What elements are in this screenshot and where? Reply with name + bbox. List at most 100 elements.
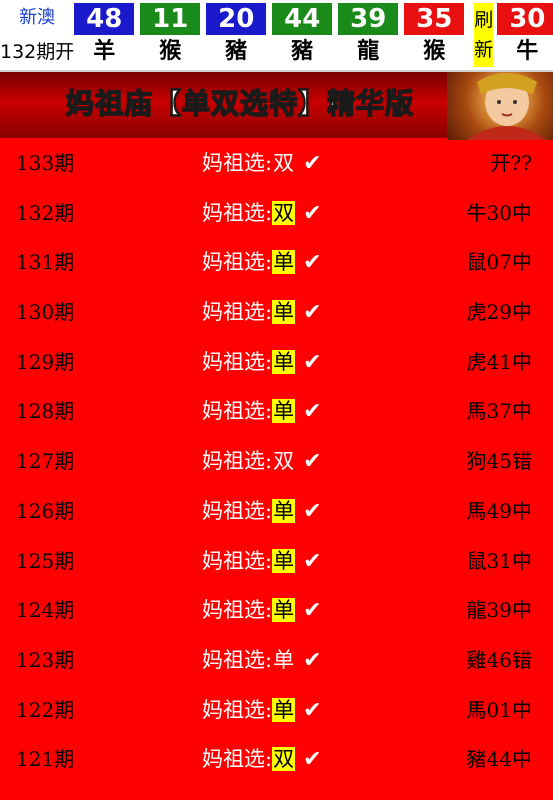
- row-period: 122期: [16, 697, 75, 722]
- ball-number: 35: [404, 3, 465, 35]
- check-icon: ✔: [303, 498, 322, 524]
- check-icon: ✔: [303, 697, 322, 723]
- row-result: 虎41中: [466, 349, 532, 374]
- prediction-list: 133期 妈祖选:双 ✔ 开?? 132期 妈祖选:双 ✔ 牛30中 131期 妈祖选:单 ✔ 鼠07…: [0, 138, 553, 784]
- pick-prefix: 妈祖选:: [202, 250, 273, 275]
- pick-prefix: 妈祖选:: [202, 349, 273, 374]
- row-period: 126期: [16, 498, 75, 523]
- row-result: 开??: [490, 151, 532, 175]
- lottery-result-bar: 新澳 132期开 48 羊 11 猴 20 豬 44 豬 39 龍 35 猴 刷 新 30 牛: [0, 0, 553, 70]
- ball-zodiac: 豬: [291, 39, 314, 64]
- lottery-region-link[interactable]: 新澳: [19, 0, 55, 35]
- row-result: 鼠31中: [466, 548, 532, 573]
- ball-zodiac: 猴: [423, 39, 446, 64]
- pick-prefix: 妈祖选:: [202, 548, 273, 573]
- refresh-label-top: 刷: [474, 9, 494, 31]
- pick-value: 单: [272, 697, 296, 722]
- check-icon: ✔: [303, 151, 322, 176]
- check-icon: ✔: [303, 399, 322, 425]
- prediction-row: 123期 妈祖选:单 ✔ 雞46错: [0, 635, 553, 685]
- check-icon: ✔: [303, 349, 322, 375]
- pick-prefix: 妈祖选:: [202, 449, 273, 474]
- pick-prefix: 妈祖选:: [202, 399, 273, 424]
- row-pick: 妈祖选:双 ✔: [202, 138, 322, 189]
- pick-prefix: 妈祖选:: [202, 598, 273, 623]
- prediction-row: 125期 妈祖选:单 ✔ 鼠31中: [0, 536, 553, 586]
- pick-value: 单: [272, 250, 296, 275]
- ball-number: 11: [140, 3, 201, 35]
- row-pick: 妈祖选:单 ✔: [202, 337, 322, 388]
- banner-title: 妈祖庙【单双选特】精华版: [65, 86, 414, 121]
- check-icon: ✔: [303, 548, 322, 574]
- row-pick: 妈祖选:双 ✔: [202, 734, 322, 785]
- refresh-button[interactable]: 刷 新: [474, 3, 494, 67]
- pick-value: 单: [273, 647, 295, 672]
- pick-prefix: 妈祖选:: [202, 151, 273, 175]
- prediction-row: 131期 妈祖选:单 ✔ 鼠07中: [0, 237, 553, 287]
- prediction-row: 130期 妈祖选:单 ✔ 虎29中: [0, 287, 553, 337]
- row-result: 雞46错: [466, 647, 532, 672]
- pick-value: 单: [272, 598, 296, 623]
- pick-value: 双: [272, 747, 296, 772]
- row-result: 豬44中: [466, 747, 532, 772]
- ball-zodiac: 猴: [159, 39, 182, 64]
- row-pick: 妈祖选:单 ✔: [202, 486, 322, 537]
- pick-prefix: 妈祖选:: [202, 498, 273, 523]
- draw-info: 新澳 132期开: [0, 0, 74, 70]
- ball-zodiac: 豬: [225, 39, 248, 64]
- row-period: 131期: [16, 250, 75, 275]
- check-icon: ✔: [303, 598, 322, 624]
- check-icon: ✔: [303, 250, 322, 276]
- ball-number: 20: [206, 3, 267, 35]
- row-pick: 妈祖选:单 ✔: [202, 287, 322, 338]
- check-icon: ✔: [303, 647, 322, 673]
- prediction-row: 129期 妈祖选:单 ✔ 虎41中: [0, 337, 553, 387]
- refresh-label-bottom: 新: [474, 39, 494, 61]
- special-ball: 30 牛: [497, 0, 553, 70]
- prediction-row: 124期 妈祖选:单 ✔ 龍39中: [0, 585, 553, 635]
- prediction-row: 133期 妈祖选:双 ✔ 开??: [0, 138, 553, 188]
- row-period: 133期: [16, 151, 75, 175]
- check-icon: ✔: [303, 449, 322, 475]
- ball-number: 44: [272, 3, 333, 35]
- pick-value: 单: [272, 349, 296, 374]
- row-pick: 妈祖选:单 ✔: [202, 237, 322, 288]
- special-ball-number: 30: [497, 3, 553, 35]
- ball-zodiac: 龍: [357, 39, 380, 64]
- row-period: 123期: [16, 647, 75, 672]
- ball: 35 猴: [404, 0, 465, 70]
- ball-zodiac: 羊: [93, 39, 116, 64]
- pick-prefix: 妈祖选:: [202, 747, 273, 772]
- row-pick: 妈祖选:单 ✔: [202, 536, 322, 587]
- prediction-row: 127期 妈祖选:双 ✔ 狗45错: [0, 436, 553, 486]
- pick-value: 双: [273, 151, 295, 175]
- ball: 20 豬: [206, 0, 267, 70]
- pick-value: 单: [272, 498, 296, 523]
- row-period: 121期: [16, 747, 75, 772]
- special-ball-zodiac: 牛: [516, 39, 539, 64]
- row-result: 虎29中: [466, 300, 532, 325]
- draw-period: 132期开: [0, 41, 75, 63]
- row-pick: 妈祖选:单 ✔: [202, 386, 322, 437]
- row-result: 牛30中: [466, 200, 532, 225]
- row-period: 130期: [16, 300, 75, 325]
- prediction-row: 132期 妈祖选:双 ✔ 牛30中: [0, 188, 553, 238]
- row-result: 馬01中: [466, 697, 532, 722]
- ball: 11 猴: [140, 0, 201, 70]
- row-period: 129期: [16, 349, 75, 374]
- row-result: 馬49中: [466, 498, 532, 523]
- pick-value: 双: [272, 200, 296, 225]
- pick-value: 双: [273, 449, 295, 474]
- pick-value: 单: [272, 548, 296, 573]
- ball-number: 48: [74, 3, 135, 35]
- row-period: 125期: [16, 548, 75, 573]
- banner: 妈祖庙【单双选特】精华版: [0, 70, 553, 140]
- row-result: 狗45错: [466, 449, 532, 474]
- row-pick: 妈祖选:单 ✔: [202, 635, 322, 686]
- row-result: 馬37中: [466, 399, 532, 424]
- row-result: 鼠07中: [466, 250, 532, 275]
- row-period: 124期: [16, 598, 75, 623]
- row-period: 128期: [16, 399, 75, 424]
- prediction-row: 122期 妈祖选:单 ✔ 馬01中: [0, 685, 553, 735]
- pick-prefix: 妈祖选:: [202, 697, 273, 722]
